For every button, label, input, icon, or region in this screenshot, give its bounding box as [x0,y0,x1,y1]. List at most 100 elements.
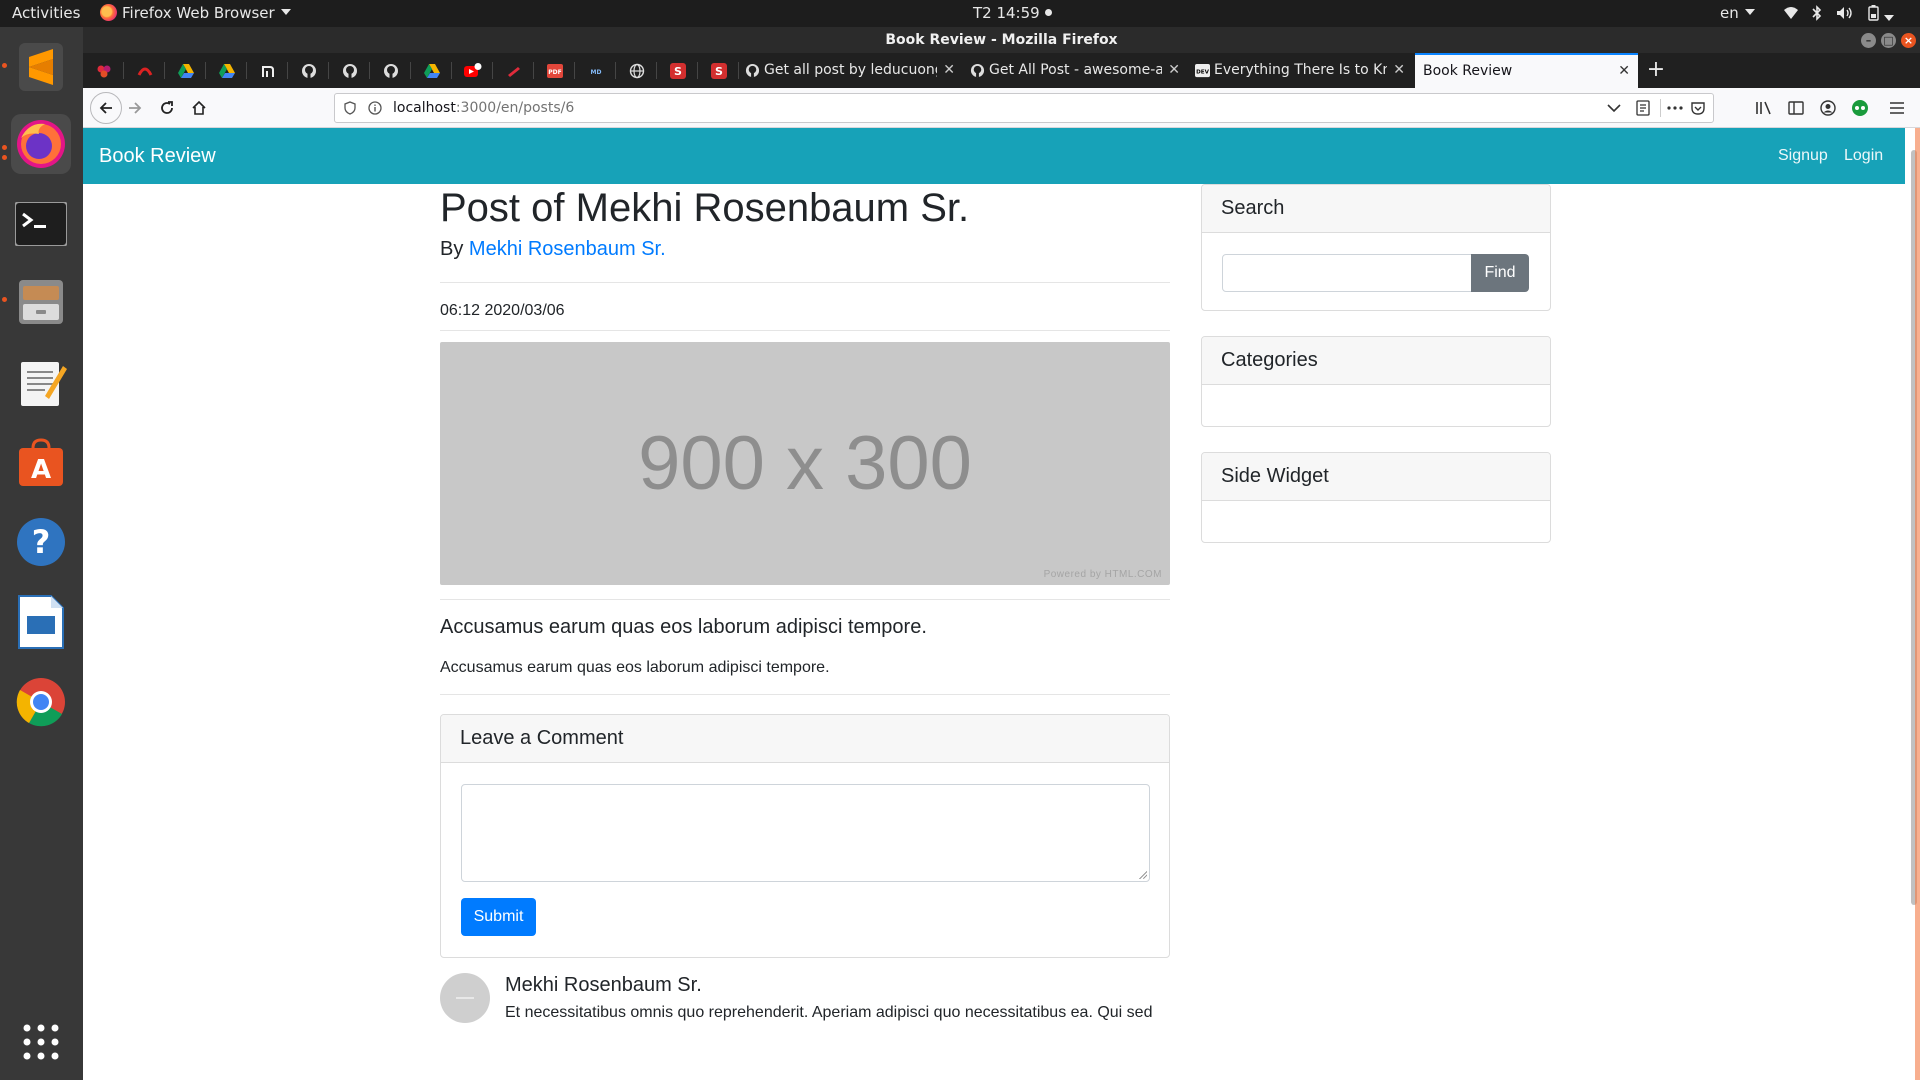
avatar-placeholder-icon [456,997,474,999]
comment-form-card: Leave a Comment Submit [440,714,1170,958]
clock[interactable]: T2 14:59 [973,0,1052,27]
volume-icon[interactable] [1836,6,1854,24]
back-button[interactable] [90,92,122,124]
terminal-icon [15,202,67,246]
wifi-icon[interactable] [1783,6,1799,24]
library-icon [1756,101,1771,115]
pinned-tab[interactable] [124,53,165,88]
signup-link[interactable]: Signup [1778,128,1828,184]
search-header: Search [1202,185,1550,233]
reload-button[interactable] [153,94,181,122]
extension-button[interactable] [1846,94,1874,122]
dock-software-center[interactable]: A [11,432,71,492]
divider [440,282,1170,283]
app-menu[interactable]: Firefox Web Browser [100,0,291,27]
search-input[interactable] [1222,254,1472,292]
battery-icon[interactable] [1868,5,1879,25]
login-link[interactable]: Login [1844,128,1883,184]
categories-header: Categories [1202,337,1550,385]
side-widget-header: Side Widget [1202,453,1550,501]
account-icon [1820,100,1836,116]
pinned-tab[interactable] [411,53,452,88]
new-tab-button[interactable]: + [1641,53,1671,88]
dock-writer[interactable] [11,592,71,652]
comment-text: Et necessitatibus omnis quo reprehenderi… [505,1004,1153,1021]
comment-author: Mekhi Rosenbaum Sr. [505,974,702,996]
account-button[interactable] [1814,94,1842,122]
maximize-button[interactable]: □ [1881,33,1896,48]
dock-files[interactable] [11,272,71,332]
dock-terminal[interactable] [11,194,71,254]
close-tab-icon[interactable]: ✕ [1393,53,1405,88]
tab-strip: PDF MD S S Get all post by leducuong ✕ G… [83,53,1920,88]
side-widget-card: Side Widget [1201,452,1551,543]
pocket-icon[interactable] [1690,100,1706,116]
pinned-tab[interactable] [452,53,493,88]
shield-icon [344,101,356,115]
reader-view-icon[interactable] [1636,100,1650,116]
app-icon [507,66,520,77]
sidebar-button[interactable] [1782,94,1810,122]
avatar [440,973,490,1023]
close-tab-icon[interactable]: ✕ [943,53,955,88]
url-bar[interactable]: localhost:3000/en/posts/6 [334,93,1714,123]
pinned-tab[interactable] [329,53,370,88]
svg-text:S: S [674,65,682,78]
pinned-tab[interactable] [288,53,329,88]
forward-button[interactable] [121,94,149,122]
home-button[interactable] [185,94,213,122]
categories-card: Categories [1201,336,1551,427]
close-window-button[interactable]: × [1901,33,1916,48]
bluetooth-icon[interactable] [1812,5,1822,25]
language-indicator[interactable]: en [1720,0,1755,27]
byline-prefix: By [440,238,464,260]
close-tab-icon[interactable]: ✕ [1168,53,1180,88]
show-applications-button[interactable] [11,1012,71,1072]
post-title: Post of Mekhi Rosenbaum Sr. [440,186,970,230]
resize-grip-icon[interactable] [1138,870,1147,879]
pinned-tab[interactable] [165,53,206,88]
pinned-tab[interactable] [83,53,124,88]
chevron-down-icon[interactable] [1607,103,1621,113]
find-button[interactable]: Find [1471,254,1529,292]
post-lead: Accusamus earum quas eos laborum adipisc… [440,616,927,638]
activities-button[interactable]: Activities [12,0,80,27]
dock-sublime-text[interactable] [11,37,71,97]
library-button[interactable] [1750,94,1778,122]
dev-icon: DEV [1195,63,1210,78]
more-actions-icon[interactable] [1667,106,1683,110]
submit-comment-button[interactable]: Submit [461,898,536,936]
dock-text-editor[interactable] [11,352,71,412]
pinned-tab[interactable]: S [657,53,698,88]
dock-firefox[interactable] [11,114,71,174]
comment-textarea[interactable] [461,784,1150,882]
grid-icon [23,1024,59,1060]
chevron-down-icon [1744,9,1755,15]
tab-everything-there-is[interactable]: DEV Everything There Is to Kn ✕ [1190,53,1413,88]
site-brand-link[interactable]: Book Review [99,128,216,184]
navigation-toolbar: localhost:3000/en/posts/6 [83,88,1920,128]
pinned-tab[interactable] [370,53,411,88]
pinned-tab[interactable] [206,53,247,88]
close-tab-icon[interactable]: ✕ [1618,55,1630,88]
tab-book-review[interactable]: Book Review ✕ [1415,53,1638,88]
post-image-placeholder: 900 x 300 Powered by HTML.COM [440,342,1170,585]
running-indicator [2,63,7,68]
pinned-tab[interactable]: PDF [534,53,575,88]
pinned-tab[interactable] [247,53,288,88]
pinned-tab[interactable] [493,53,534,88]
tab-awesome-all-post[interactable]: Get All Post - awesome-a ✕ [965,53,1188,88]
system-menu-chevron-icon[interactable] [1884,10,1894,28]
minimize-button[interactable]: – [1861,33,1876,48]
pinned-tab[interactable]: MD [575,53,616,88]
tab-get-all-post[interactable]: Get all post by leducuong ✕ [740,53,963,88]
open-menu-button[interactable] [1883,94,1911,122]
tab-label: Book Review [1423,63,1513,79]
window-titlebar[interactable]: Book Review - Mozilla Firefox – □ × [83,27,1920,53]
pinned-tab[interactable] [616,53,657,88]
post-date: 06:12 2020/03/06 [440,302,565,319]
dock-help[interactable]: ? [11,512,71,572]
pinned-tab[interactable]: S [698,53,739,88]
dock-chrome[interactable] [11,672,71,732]
author-link[interactable]: Mekhi Rosenbaum Sr. [469,238,666,260]
